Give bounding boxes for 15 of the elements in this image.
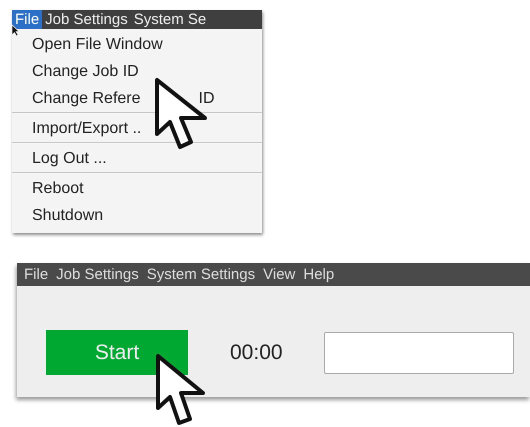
menu-item[interactable]: Shutdown bbox=[12, 202, 262, 229]
menu-bar-item[interactable]: File bbox=[22, 263, 50, 286]
menu-bar-item[interactable]: Help bbox=[301, 263, 336, 286]
timer-text: 00:00 bbox=[230, 340, 283, 366]
menu-bar-item[interactable]: Job Settings bbox=[54, 263, 141, 286]
menu-bar-item[interactable]: System Settings bbox=[144, 263, 258, 286]
menu-item[interactable]: Change Job ID bbox=[12, 58, 262, 85]
menu-bar-item[interactable]: View bbox=[261, 263, 298, 286]
input-field[interactable] bbox=[324, 332, 514, 374]
menu-bar-item[interactable]: File bbox=[12, 10, 42, 29]
menu-item[interactable]: Open File Window bbox=[12, 31, 262, 58]
menu-bar-item[interactable]: Job Settings bbox=[42, 10, 131, 29]
menu-bar-item[interactable]: System Se bbox=[130, 10, 210, 29]
menu-item[interactable]: Reboot bbox=[12, 175, 262, 202]
pointer-icon bbox=[155, 353, 207, 427]
